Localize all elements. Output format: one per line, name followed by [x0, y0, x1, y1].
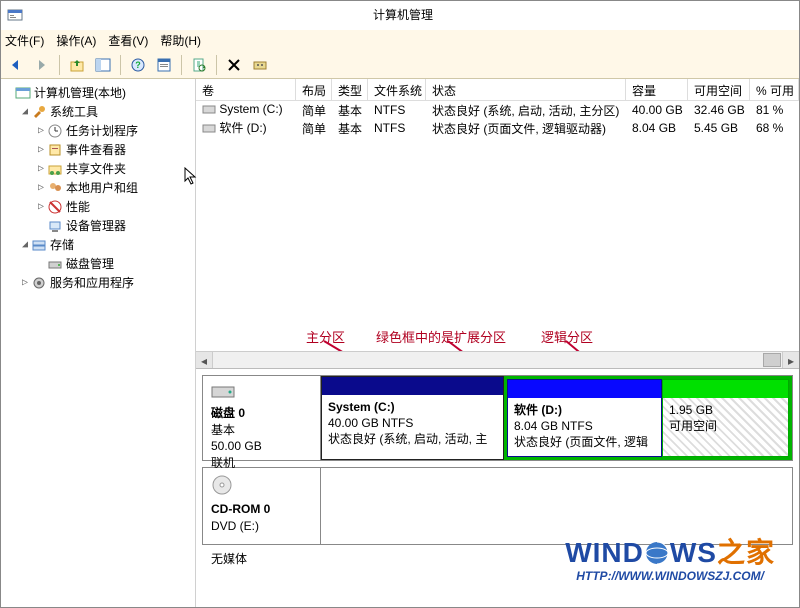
back-button[interactable] — [5, 54, 27, 76]
window-title: 计算机管理 — [29, 6, 777, 23]
annotation-logical: 逻辑分区 — [541, 327, 593, 346]
toolbar: ? — [1, 51, 799, 79]
expand-icon[interactable]: ▷ — [35, 144, 47, 155]
expand-icon[interactable]: ▷ — [35, 125, 47, 136]
tree-performance[interactable]: ▷性能 — [35, 197, 193, 216]
collapse-icon[interactable]: ◢ — [19, 106, 31, 117]
hdd-icon — [211, 382, 235, 400]
volume-columns: 卷 布局 类型 文件系统 状态 容量 可用空间 % 可用 — [196, 79, 799, 101]
computer-mgmt-icon — [15, 85, 31, 101]
volume-icon — [202, 103, 216, 118]
annotations: 主分区 绿色框中的是扩展分区 逻辑分区 — [196, 325, 799, 351]
menubar: 文件(F) 操作(A) 查看(V) 帮助(H) — [1, 29, 799, 51]
volume-icon — [202, 122, 216, 137]
tree-device-manager[interactable]: 设备管理器 — [35, 216, 193, 235]
col-free[interactable]: 可用空间 — [688, 79, 750, 100]
svg-text:?: ? — [135, 60, 141, 70]
device-icon — [47, 218, 63, 234]
disk-0[interactable]: 磁盘 0 基本 50.00 GB 联机 System (C:) 40.00 GB… — [202, 375, 793, 461]
volume-list: 卷 布局 类型 文件系统 状态 容量 可用空间 % 可用 System (C:)… — [196, 79, 799, 369]
storage-icon — [31, 237, 47, 253]
menu-view[interactable]: 查看(V) — [108, 32, 148, 49]
horizontal-scrollbar[interactable]: ◂ ▸ — [196, 351, 799, 368]
users-icon — [47, 180, 63, 196]
partition-d[interactable]: 软件 (D:) 8.04 GB NTFS 状态良好 (页面文件, 逻辑 — [507, 379, 662, 457]
scroll-right-button[interactable]: ▸ — [782, 352, 799, 369]
scroll-thumb[interactable] — [763, 353, 781, 367]
tree-system-tools[interactable]: ◢ 系统工具 — [19, 102, 193, 121]
properties-button[interactable] — [153, 54, 175, 76]
event-icon — [47, 142, 63, 158]
partition-c[interactable]: System (C:) 40.00 GB NTFS 状态良好 (系统, 启动, … — [321, 376, 504, 460]
disk-icon — [47, 256, 63, 272]
tree-task-scheduler[interactable]: ▷任务计划程序 — [35, 121, 193, 140]
menu-action[interactable]: 操作(A) — [56, 32, 96, 49]
expand-icon[interactable]: ▷ — [35, 163, 47, 174]
tree-services-apps[interactable]: ▷服务和应用程序 — [19, 273, 193, 292]
window: 计算机管理 文件(F) 操作(A) 查看(V) 帮助(H) ? — [0, 0, 800, 608]
volume-rows[interactable]: System (C:) 简单 基本 NTFS 状态良好 (系统, 启动, 活动,… — [196, 101, 799, 325]
cdrom-info: CD-ROM 0 DVD (E:) 无媒体 — [203, 468, 321, 544]
annotation-extended: 绿色框中的是扩展分区 — [376, 327, 506, 346]
annotation-primary: 主分区 — [306, 327, 345, 346]
col-volume[interactable]: 卷 — [196, 79, 296, 100]
tools-icon — [31, 104, 47, 120]
table-row[interactable]: 软件 (D:) 简单 基本 NTFS 状态良好 (页面文件, 逻辑驱动器) 8.… — [196, 119, 799, 137]
tree-local-users[interactable]: ▷本地用户和组 — [35, 178, 193, 197]
titlebar: 计算机管理 — [1, 1, 799, 29]
col-fs[interactable]: 文件系统 — [368, 79, 426, 100]
detail-pane: 卷 布局 类型 文件系统 状态 容量 可用空间 % 可用 System (C:)… — [196, 79, 799, 607]
share-icon — [47, 161, 63, 177]
table-row[interactable]: System (C:) 简单 基本 NTFS 状态良好 (系统, 启动, 活动,… — [196, 101, 799, 119]
nav-tree[interactable]: 计算机管理(本地) ◢ 系统工具 ▷任务计划程序 ▷事件查看器 — [1, 79, 196, 607]
cd-icon — [211, 474, 233, 496]
help-button[interactable]: ? — [127, 54, 149, 76]
tree-root-label: 计算机管理(本地) — [34, 84, 126, 101]
expand-icon[interactable]: ▷ — [35, 182, 47, 193]
menu-file[interactable]: 文件(F) — [5, 32, 44, 49]
col-capacity[interactable]: 容量 — [626, 79, 688, 100]
watermark: WINDWS之家 HTTP://WWW.WINDOWSZJ.COM/ — [565, 531, 775, 583]
clock-icon — [47, 123, 63, 139]
globe-icon — [644, 540, 670, 566]
settings-button[interactable] — [249, 54, 271, 76]
forward-button[interactable] — [31, 54, 53, 76]
col-type[interactable]: 类型 — [332, 79, 368, 100]
disk-0-info: 磁盘 0 基本 50.00 GB 联机 — [203, 376, 321, 460]
show-hide-tree-button[interactable] — [92, 54, 114, 76]
tree-event-viewer[interactable]: ▷事件查看器 — [35, 140, 193, 159]
perf-icon — [47, 199, 63, 215]
free-space[interactable]: 1.95 GB 可用空间 — [662, 379, 789, 457]
watermark-brand: WINDWS之家 — [565, 531, 775, 571]
menu-help[interactable]: 帮助(H) — [160, 32, 201, 49]
refresh-button[interactable] — [188, 54, 210, 76]
tree-root[interactable]: 计算机管理(本地) — [3, 83, 193, 102]
expand-icon[interactable]: ▷ — [19, 277, 31, 288]
expand-icon[interactable]: ▷ — [35, 201, 47, 212]
app-icon — [7, 7, 23, 23]
services-icon — [31, 275, 47, 291]
scroll-left-button[interactable]: ◂ — [196, 352, 213, 369]
content-area: 计算机管理(本地) ◢ 系统工具 ▷任务计划程序 ▷事件查看器 — [1, 79, 799, 607]
watermark-url: HTTP://WWW.WINDOWSZJ.COM/ — [565, 569, 775, 583]
col-status[interactable]: 状态 — [426, 79, 626, 100]
extended-partition[interactable]: 软件 (D:) 8.04 GB NTFS 状态良好 (页面文件, 逻辑 1.95… — [504, 376, 792, 460]
col-layout[interactable]: 布局 — [296, 79, 332, 100]
collapse-icon[interactable]: ◢ — [19, 239, 31, 250]
tree-disk-management[interactable]: 磁盘管理 — [35, 254, 193, 273]
delete-button[interactable] — [223, 54, 245, 76]
tree-storage[interactable]: ◢ 存储 — [19, 235, 193, 254]
col-pctfree[interactable]: % 可用 — [750, 79, 799, 100]
tree-shared-folders[interactable]: ▷共享文件夹 — [35, 159, 193, 178]
up-button[interactable] — [66, 54, 88, 76]
